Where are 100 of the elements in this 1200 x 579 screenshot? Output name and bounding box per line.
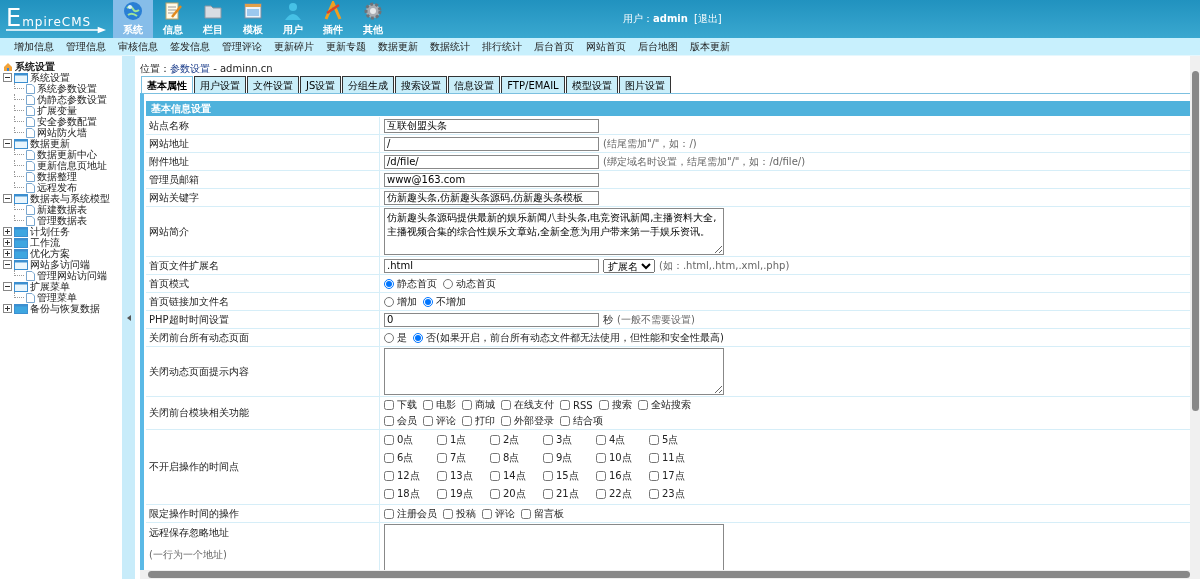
checkbox[interactable]: [521, 508, 531, 519]
checkbox[interactable]: [437, 489, 447, 499]
tree-item[interactable]: 数据表与系统模型: [30, 193, 110, 204]
checkbox[interactable]: [384, 400, 394, 410]
tree-item[interactable]: 计划任务: [30, 226, 70, 237]
nav-link[interactable]: 管理信息: [66, 39, 106, 54]
tree-item[interactable]: 更新信息页地址: [37, 160, 107, 171]
text-field[interactable]: /: [384, 136, 599, 151]
checkbox[interactable]: [543, 435, 553, 445]
checkbox[interactable]: [384, 489, 394, 499]
nav-link[interactable]: 签发信息: [170, 39, 210, 54]
checkbox[interactable]: [649, 453, 659, 463]
tree-item[interactable]: 网站多访问端: [30, 259, 90, 270]
checkbox[interactable]: [490, 471, 500, 481]
tree-item[interactable]: 备份与恢复数据: [30, 303, 100, 314]
checkbox[interactable]: [596, 453, 606, 463]
checkbox[interactable]: [543, 489, 553, 499]
nav-link[interactable]: 审核信息: [118, 39, 158, 54]
checkbox[interactable]: [637, 400, 648, 410]
tree-item[interactable]: 网站防火墙: [37, 127, 87, 138]
checkbox[interactable]: [501, 400, 511, 410]
tree-item[interactable]: 数据更新: [30, 138, 70, 149]
tree-item[interactable]: 扩展变量: [37, 105, 77, 116]
nav-link[interactable]: 更新专题: [326, 39, 366, 54]
tree-item[interactable]: 数据整理: [37, 171, 77, 182]
extension-dropdown[interactable]: 扩展名: [603, 258, 655, 273]
checkbox[interactable]: [384, 453, 394, 463]
text-field[interactable]: 0: [384, 312, 599, 327]
tab[interactable]: 用户设置: [194, 76, 246, 93]
radio-button[interactable]: [423, 296, 433, 307]
tree-item[interactable]: 管理网站访问端: [37, 270, 107, 281]
tree-item[interactable]: 扩展菜单: [30, 281, 70, 292]
collapse-icon[interactable]: [3, 260, 12, 269]
expand-icon[interactable]: [3, 304, 12, 313]
radio-button[interactable]: [384, 332, 394, 343]
checkbox[interactable]: [560, 416, 570, 426]
checkbox[interactable]: [384, 435, 394, 445]
collapse-icon[interactable]: [3, 139, 12, 148]
checkbox[interactable]: [649, 435, 659, 445]
location-link[interactable]: 参数设置: [170, 63, 210, 74]
nav-link[interactable]: 数据统计: [430, 39, 470, 54]
nav-link[interactable]: 更新碎片: [274, 39, 314, 54]
collapse-arrow-icon[interactable]: [126, 314, 131, 321]
radio-button[interactable]: [384, 296, 394, 307]
tab[interactable]: FTP/EMAIL: [501, 76, 565, 93]
text-area[interactable]: [384, 348, 724, 395]
checkbox[interactable]: [596, 489, 606, 499]
tree-item[interactable]: 系统设置: [30, 72, 70, 83]
checkbox[interactable]: [596, 471, 606, 481]
nav-link[interactable]: 后台首页: [534, 39, 574, 54]
tree-item[interactable]: 数据更新中心: [37, 149, 97, 160]
nav-link[interactable]: 管理评论: [222, 39, 262, 54]
checkbox[interactable]: [423, 400, 433, 410]
horizontal-scrollbar[interactable]: [140, 570, 1190, 579]
tree-item[interactable]: 管理菜单: [37, 292, 77, 303]
checkbox[interactable]: [490, 435, 500, 445]
nav-link[interactable]: 增加信息: [14, 39, 54, 54]
checkbox[interactable]: [649, 471, 659, 481]
nav-link[interactable]: 排行统计: [482, 39, 522, 54]
tab[interactable]: 分组生成: [342, 76, 395, 93]
checkbox[interactable]: [384, 471, 394, 481]
tree-item[interactable]: 系统参数设置: [37, 83, 97, 94]
radio-button[interactable]: [384, 278, 394, 289]
collapse-icon[interactable]: [3, 194, 12, 203]
checkbox[interactable]: [543, 471, 553, 481]
collapse-icon[interactable]: [3, 73, 12, 82]
tab[interactable]: 文件设置: [247, 76, 299, 93]
tree-item[interactable]: 安全参数配置: [37, 116, 97, 127]
checkbox[interactable]: [462, 400, 472, 410]
checkbox[interactable]: [437, 471, 447, 481]
text-field[interactable]: www@163.com: [384, 172, 599, 187]
tree-item[interactable]: 新建数据表: [37, 204, 87, 215]
checkbox[interactable]: [437, 435, 447, 445]
tab[interactable]: 基本属性: [141, 76, 193, 93]
nav-link[interactable]: 版本更新: [690, 39, 730, 54]
checkbox[interactable]: [423, 416, 433, 426]
tree-item[interactable]: 远程发布: [37, 182, 77, 193]
checkbox[interactable]: [598, 400, 609, 410]
text-field[interactable]: 仿新趣头条,仿新趣头条源码,仿新趣头条模板: [384, 190, 599, 205]
expand-icon[interactable]: [3, 227, 12, 236]
nav-link[interactable]: 数据更新: [378, 39, 418, 54]
checkbox[interactable]: [482, 508, 492, 519]
vertical-scrollbar[interactable]: [1190, 56, 1200, 579]
expand-icon[interactable]: [3, 238, 12, 247]
tree-item[interactable]: 工作流: [30, 237, 60, 248]
checkbox[interactable]: [462, 416, 472, 426]
checkbox[interactable]: [543, 453, 553, 463]
collapse-icon[interactable]: [3, 282, 12, 291]
checkbox[interactable]: [501, 416, 511, 426]
text-field[interactable]: .html: [384, 258, 599, 273]
tree-item[interactable]: 管理数据表: [37, 215, 87, 226]
checkbox[interactable]: [437, 453, 447, 463]
checkbox[interactable]: [490, 489, 500, 499]
radio-button[interactable]: [413, 332, 423, 343]
radio-button[interactable]: [443, 278, 453, 289]
checkbox[interactable]: [560, 400, 570, 410]
tree-item[interactable]: 伪静态参数设置: [37, 94, 107, 105]
checkbox[interactable]: [649, 489, 659, 499]
text-area[interactable]: 仿新趣头条源码提供最新的娱乐新闻八卦头条,电竞资讯新闻,主播资料大全,主播视频合集的综合性娱乐文章站,全新全意为用户带来第一手娱乐资讯。: [384, 208, 724, 255]
tree-item[interactable]: 优化方案: [30, 248, 70, 259]
